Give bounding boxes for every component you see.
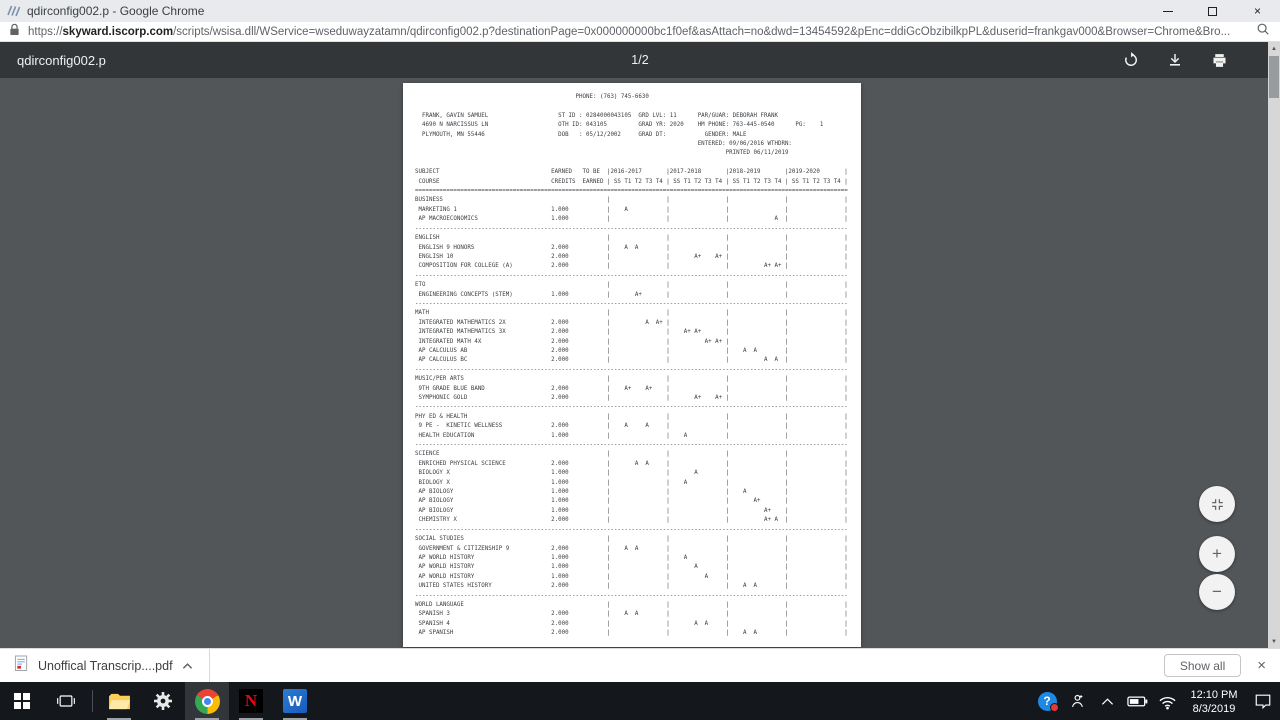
word-taskbar-button[interactable]: W xyxy=(273,682,317,720)
pdf-viewer-area: PHONE: (763) 745-6630 FRANK, GAVIN SAMUE… xyxy=(0,78,1280,648)
magnifier-icon[interactable] xyxy=(1256,22,1270,41)
scrollbar[interactable]: ▲ ▼ xyxy=(1268,42,1280,648)
gear-icon xyxy=(154,692,172,710)
hidden-icons-button[interactable] xyxy=(1092,682,1122,720)
window-maximize-button[interactable] xyxy=(1190,0,1235,22)
start-button[interactable] xyxy=(0,682,44,720)
window-title-bar: qdirconfig002.p - Google Chrome × xyxy=(0,0,1280,22)
address-bar[interactable]: https://skyward.iscorp.com/scripts/wsisa… xyxy=(0,22,1280,42)
settings-button[interactable] xyxy=(141,682,185,720)
file-explorer-button[interactable] xyxy=(97,682,141,720)
action-center-button[interactable] xyxy=(1246,682,1280,720)
word-icon: W xyxy=(283,689,307,713)
wifi-tray-button[interactable] xyxy=(1152,682,1182,720)
rotate-icon[interactable] xyxy=(1120,49,1142,71)
window-close-button[interactable]: × xyxy=(1235,0,1280,22)
pdf-page: PHONE: (763) 745-6630 FRANK, GAVIN SAMUE… xyxy=(403,83,861,647)
download-icon[interactable] xyxy=(1164,49,1186,71)
netflix-icon: N xyxy=(239,689,263,713)
downloaded-file-name[interactable]: Unoffical Transcrip....pdf xyxy=(38,659,173,673)
show-all-button[interactable]: Show all xyxy=(1163,654,1242,677)
window-minimize-button[interactable] xyxy=(1145,0,1190,22)
site-favicon-icon xyxy=(7,4,21,18)
windows-logo-icon xyxy=(14,693,30,709)
taskbar-separator xyxy=(92,690,93,712)
action-center-icon xyxy=(1255,694,1271,710)
scroll-up-arrow-icon[interactable]: ▲ xyxy=(1268,42,1280,55)
chevron-up-tray-icon xyxy=(1101,697,1113,705)
notification-badge xyxy=(1050,703,1059,712)
scroll-down-arrow-icon[interactable]: ▼ xyxy=(1268,635,1280,648)
folder-icon xyxy=(108,693,130,709)
maximize-icon xyxy=(1208,6,1217,16)
battery-icon xyxy=(1126,696,1147,707)
window-title: qdirconfig002.p - Google Chrome xyxy=(27,4,205,18)
taskbar: N W ? 12:10 PM 8/3/2019 xyxy=(0,682,1280,720)
taskbar-clock[interactable]: 12:10 PM 8/3/2019 xyxy=(1182,687,1246,716)
download-bar-divider xyxy=(208,648,210,683)
task-view-icon xyxy=(57,695,75,707)
battery-tray-button[interactable] xyxy=(1122,682,1152,720)
people-icon xyxy=(1071,694,1083,708)
netflix-taskbar-button[interactable]: N xyxy=(229,682,273,720)
downloaded-file-chip[interactable]: Unoffical Transcrip....pdf xyxy=(0,649,209,682)
lock-icon[interactable] xyxy=(9,23,20,41)
fit-to-page-button[interactable] xyxy=(1199,486,1235,522)
download-bar-close-icon[interactable]: × xyxy=(1257,657,1266,674)
pdf-page-text: PHONE: (763) 745-6630 FRANK, GAVIN SAMUE… xyxy=(415,94,848,637)
url-text: https://skyward.iscorp.com/scripts/wsisa… xyxy=(28,25,1231,38)
wifi-icon xyxy=(1158,696,1176,709)
download-bar: Unoffical Transcrip....pdf Show all × xyxy=(0,648,1280,683)
people-tray-button[interactable] xyxy=(1062,682,1092,720)
clock-time: 12:10 PM xyxy=(1190,688,1238,701)
chrome-icon xyxy=(194,688,220,714)
task-view-button[interactable] xyxy=(44,682,88,720)
page-indicator: 1/2 xyxy=(631,53,649,67)
help-tray-button[interactable]: ? xyxy=(1032,682,1062,720)
scrollbar-thumb[interactable] xyxy=(1269,56,1279,98)
pdf-file-icon xyxy=(14,655,29,677)
print-icon[interactable] xyxy=(1208,49,1230,71)
zoom-out-button[interactable]: − xyxy=(1199,574,1235,610)
clock-date: 8/3/2019 xyxy=(1192,702,1236,715)
pdf-toolbar: qdirconfig002.p 1/2 xyxy=(0,42,1280,78)
chevron-up-icon[interactable] xyxy=(182,657,193,675)
minimize-icon xyxy=(1162,10,1173,12)
chrome-taskbar-button[interactable] xyxy=(185,682,229,720)
zoom-in-button[interactable]: + xyxy=(1199,536,1235,572)
